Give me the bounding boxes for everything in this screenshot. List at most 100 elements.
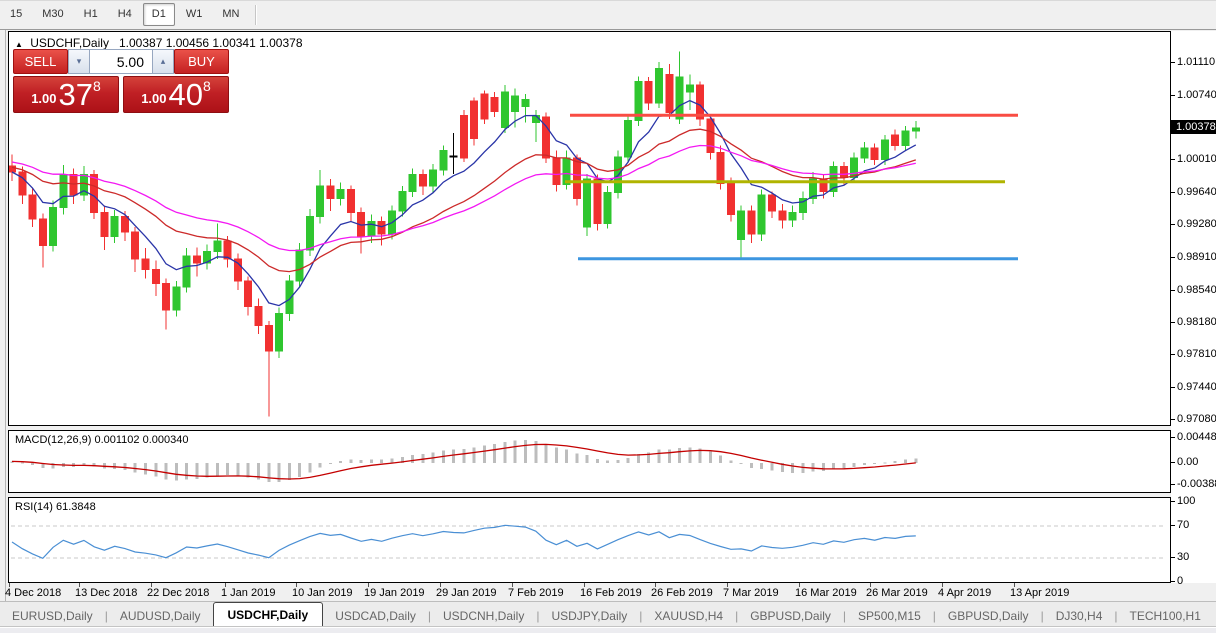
date-tick-label: 26 Mar 2019 xyxy=(866,587,928,599)
price-tick-mark xyxy=(1171,159,1175,160)
date-tick-mark xyxy=(151,583,152,587)
tab-eurusd-daily[interactable]: EURUSD,Daily xyxy=(0,605,105,628)
date-tick-label: 16 Mar 2019 xyxy=(795,587,857,599)
price-tick-label: 1.00740 xyxy=(1177,89,1216,101)
volume-input[interactable] xyxy=(90,49,152,74)
date-axis[interactable]: 4 Dec 2018 13 Dec 2018 22 Dec 2018 1 Jan 20… xyxy=(8,583,1171,601)
price-tick-mark xyxy=(1171,387,1175,388)
macd-tick-mark xyxy=(1171,484,1175,485)
tab-xauusd-h4[interactable]: XAUUSD,H4 xyxy=(642,605,735,628)
date-tick-label: 1 Jan 2019 xyxy=(221,587,275,599)
ohlc-values: 1.00387 1.00456 1.00341 1.00378 xyxy=(119,36,303,50)
date-tick-label: 4 Apr 2019 xyxy=(938,587,991,599)
tab-tech100-h1[interactable]: TECH100,H1 xyxy=(1118,605,1213,628)
date-tick-label: 13 Dec 2018 xyxy=(75,587,137,599)
date-tick-label: 22 Dec 2018 xyxy=(147,587,209,599)
macd-tick-label: -0.003883 xyxy=(1177,478,1216,490)
symbol-name: USDCHF,Daily xyxy=(30,36,109,50)
timeframe-button-m30[interactable]: M30 xyxy=(33,3,72,26)
price-tick-mark xyxy=(1171,419,1175,420)
timeframe-button-w1[interactable]: W1 xyxy=(177,3,212,26)
timeframe-button-d1[interactable]: D1 xyxy=(143,3,175,26)
buy-price-button[interactable]: 1.00 40 8 xyxy=(123,76,229,113)
tab-audusd-daily[interactable]: AUDUSD,Daily xyxy=(108,605,213,628)
price-tick-mark xyxy=(1171,290,1175,291)
tab-gbpusd-daily[interactable]: GBPUSD,Daily xyxy=(936,605,1041,628)
price-tick-label: 0.97810 xyxy=(1177,348,1216,360)
macd-indicator-panel: MACD(12,26,9) 0.001102 0.000340 xyxy=(8,430,1171,493)
price-tick-label: 1.01110 xyxy=(1177,56,1215,68)
tab-gbpusd-daily[interactable]: GBPUSD,Daily xyxy=(738,605,843,628)
date-tick-mark xyxy=(440,583,441,587)
macd-label: MACD(12,26,9) 0.001102 0.000340 xyxy=(15,434,188,446)
date-tick-mark xyxy=(512,583,513,587)
rsi-indicator-panel: RSI(14) 61.3848 xyxy=(8,497,1171,583)
price-tick-label: 1.00010 xyxy=(1177,153,1216,165)
timeframe-button-mn[interactable]: MN xyxy=(213,3,248,26)
macd-tick-mark xyxy=(1171,437,1175,438)
price-axis[interactable]: 1.00378 1.01110 1.00740 1.00010 0.99640 0.99… xyxy=(1171,31,1216,583)
date-tick-mark xyxy=(1014,583,1015,587)
tab-usdcad-daily[interactable]: USDCAD,Daily xyxy=(323,605,428,628)
price-tick-label: 0.97440 xyxy=(1177,381,1216,393)
price-tick-label: 0.98180 xyxy=(1177,316,1216,328)
date-tick-mark xyxy=(655,583,656,587)
date-tick-mark xyxy=(296,583,297,587)
price-tick-mark xyxy=(1171,224,1175,225)
rsi-tick-label: 100 xyxy=(1177,495,1195,507)
rsi-chart xyxy=(9,498,1168,580)
status-bar xyxy=(0,627,1216,633)
macd-tick-mark xyxy=(1171,462,1175,463)
date-tick-mark xyxy=(225,583,226,587)
date-tick-mark xyxy=(727,583,728,587)
tab-usdcnh-daily[interactable]: USDCNH,Daily xyxy=(431,605,536,628)
sell-price-button[interactable]: 1.00 37 8 xyxy=(13,76,119,113)
buy-button[interactable]: BUY xyxy=(174,49,229,74)
date-tick-label: 7 Mar 2019 xyxy=(723,587,779,599)
price-tick-mark xyxy=(1171,95,1175,96)
rsi-tick-mark xyxy=(1171,557,1175,558)
volume-decrease-button[interactable]: ▾ xyxy=(68,49,90,74)
toolbar-divider xyxy=(255,5,257,25)
one-click-trading-widget: SELL ▾ ▴ BUY 1.00 37 8 1.00 40 8 xyxy=(13,49,229,113)
date-tick-label: 29 Jan 2019 xyxy=(436,587,497,599)
timeframe-button-h1[interactable]: H1 xyxy=(75,3,107,26)
sell-button[interactable]: SELL xyxy=(13,49,68,74)
macd-tick-label: 0.00 xyxy=(1177,456,1198,468)
tab-usdchf-daily[interactable]: USDCHF,Daily xyxy=(213,602,324,628)
date-tick-label: 4 Dec 2018 xyxy=(5,587,61,599)
price-tick-mark xyxy=(1171,257,1175,258)
date-tick-mark xyxy=(870,583,871,587)
rsi-tick-mark xyxy=(1171,581,1175,582)
date-tick-mark xyxy=(368,583,369,587)
timeframe-button-15[interactable]: 15 xyxy=(1,3,31,26)
window-left-edge xyxy=(0,30,8,601)
tab-sp500-m15[interactable]: SP500,M15 xyxy=(846,605,933,628)
date-tick-label: 19 Jan 2019 xyxy=(364,587,425,599)
rsi-label: RSI(14) 61.3848 xyxy=(15,501,96,513)
macd-tick-label: 0.004487 xyxy=(1177,431,1216,443)
price-tick-label: 0.99640 xyxy=(1177,186,1216,198)
current-price-tag: 1.00378 xyxy=(1171,120,1216,134)
rsi-tick-mark xyxy=(1171,501,1175,502)
price-tick-mark xyxy=(1171,322,1175,323)
date-tick-label: 13 Apr 2019 xyxy=(1010,587,1069,599)
rsi-tick-label: 70 xyxy=(1177,519,1189,531)
chart-tab-bar: EURUSD,Daily|AUDUSD,DailyUSDCHF,DailyUSD… xyxy=(0,601,1216,628)
timeframe-button-h4[interactable]: H4 xyxy=(109,3,141,26)
date-tick-mark xyxy=(799,583,800,587)
tab-dj30-h4[interactable]: DJ30,H4 xyxy=(1044,605,1115,628)
price-tick-label: 0.98540 xyxy=(1177,284,1216,296)
date-tick-label: 7 Feb 2019 xyxy=(508,587,564,599)
rsi-tick-label: 30 xyxy=(1177,551,1189,563)
price-tick-label: 0.97080 xyxy=(1177,413,1216,425)
rsi-tick-mark xyxy=(1171,525,1175,526)
date-tick-mark xyxy=(584,583,585,587)
collapse-arrow-icon[interactable]: ▲ xyxy=(15,40,23,49)
price-tick-mark xyxy=(1171,192,1175,193)
price-tick-label: 0.99280 xyxy=(1177,218,1216,230)
price-chart-panel: ▲ USDCHF,Daily 1.00387 1.00456 1.00341 1… xyxy=(8,31,1171,426)
volume-increase-button[interactable]: ▴ xyxy=(152,49,174,74)
tab-usdjpy-daily[interactable]: USDJPY,Daily xyxy=(539,605,639,628)
rsi-tick-label: 0 xyxy=(1177,575,1183,587)
